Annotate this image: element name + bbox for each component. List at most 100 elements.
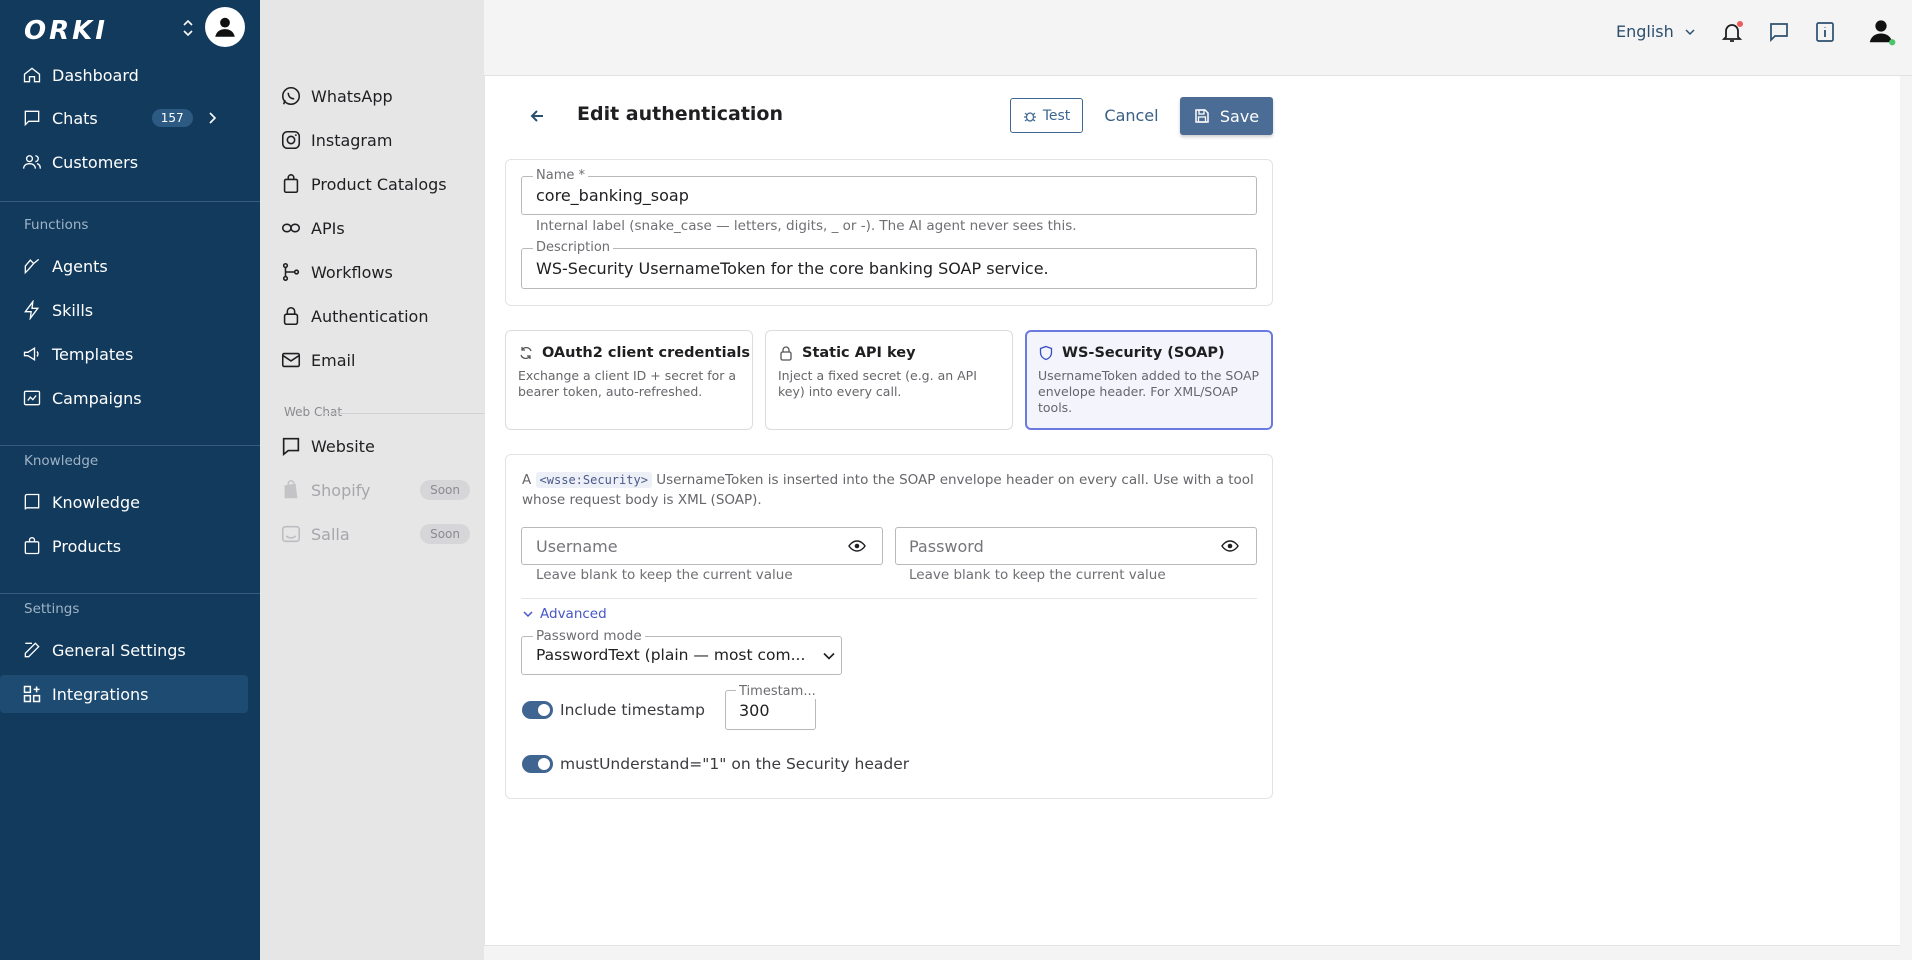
include-timestamp-toggle[interactable]: [522, 701, 553, 719]
password-help: Leave blank to keep the current value: [909, 567, 1166, 583]
nav-label: Dashboard: [52, 65, 139, 85]
section-knowledge: Knowledge: [24, 453, 99, 469]
subnav-product-catalogs[interactable]: Product Catalogs: [280, 166, 470, 202]
option-desc: Inject a fixed secret (e.g. an API key) …: [778, 368, 977, 399]
grid-icon: [23, 685, 41, 703]
cancel-button[interactable]: Cancel: [1100, 98, 1163, 133]
instagram-icon: [281, 130, 301, 150]
subnav-authentication[interactable]: Authentication: [280, 298, 470, 334]
nav-templates[interactable]: Templates: [0, 335, 248, 373]
eye-icon[interactable]: [848, 537, 866, 555]
option-title-text: OAuth2 client credentials: [542, 345, 750, 361]
page-title: Edit authentication: [577, 103, 784, 125]
refresh-icon: [520, 346, 532, 360]
top-bar: [484, 0, 1912, 76]
nav-label: Chats: [52, 108, 98, 128]
subnav-apis[interactable]: APIs: [280, 210, 470, 246]
info-icon[interactable]: [1813, 20, 1837, 44]
user-icon: [215, 17, 235, 37]
app-logo[interactable]: ORKI: [24, 16, 108, 46]
nav-knowledge[interactable]: Knowledge: [0, 483, 248, 521]
test-button[interactable]: Test: [1010, 98, 1083, 133]
description-label: Description: [533, 240, 614, 255]
language-label: English: [1616, 22, 1674, 41]
timestamp-value: 300: [739, 701, 770, 720]
chevron-down-icon: [1685, 28, 1695, 35]
option-desc: UsernameToken added to the SOAP envelope…: [1038, 368, 1260, 415]
lock-icon: [780, 346, 792, 361]
auth-type-oauth2[interactable]: OAuth2 client credentials Exchange a cli…: [505, 330, 753, 430]
shopify-icon: [284, 480, 298, 499]
password-mode-label: Password mode: [533, 628, 645, 644]
chevron-down-icon: [523, 611, 533, 618]
chat-icon: [24, 110, 40, 127]
mail-icon: [281, 352, 301, 368]
book-icon: [24, 493, 40, 510]
chat-icon[interactable]: [1767, 20, 1791, 44]
nav-skills[interactable]: Skills: [0, 291, 248, 329]
divider: [0, 593, 260, 594]
nav-integrations[interactable]: Integrations: [0, 675, 248, 713]
link-icon: [281, 223, 301, 233]
workflow-icon: [282, 262, 300, 282]
subnav-instagram[interactable]: Instagram: [280, 122, 470, 158]
option-title: Static API key: [778, 345, 916, 361]
nav-dashboard[interactable]: Dashboard: [0, 56, 248, 94]
bag-icon: [283, 174, 299, 194]
bug-icon: [1023, 111, 1036, 122]
divider: [0, 445, 260, 446]
nav-chats[interactable]: Chats 157: [0, 99, 248, 137]
advanced-toggle[interactable]: Advanced: [522, 606, 607, 622]
subnav-label: Website: [311, 436, 375, 456]
timestamp-label: Timestam...: [736, 684, 819, 699]
avatar[interactable]: [205, 7, 245, 47]
option-title: WS-Security (SOAP): [1038, 345, 1225, 361]
subnav-salla: Salla Soon: [280, 516, 470, 552]
whatsapp-icon: [281, 86, 301, 106]
chevron-right-icon[interactable]: [205, 111, 219, 125]
intro-prefix: A: [522, 472, 532, 488]
subnav-website[interactable]: Website: [280, 428, 470, 464]
workspace-switcher-icon[interactable]: [180, 18, 196, 38]
subnav-label: Workflows: [311, 262, 393, 282]
auth-type-static-api-key[interactable]: Static API key Inject a fixed secret (e.…: [765, 330, 1013, 430]
subnav-workflows[interactable]: Workflows: [280, 254, 470, 290]
option-title: OAuth2 client credentials: [518, 345, 750, 361]
eye-icon[interactable]: [1221, 537, 1239, 555]
subnav-label: Instagram: [311, 130, 393, 150]
save-icon: [1195, 109, 1209, 123]
nav-label: General Settings: [52, 640, 186, 660]
save-label: Save: [1219, 106, 1260, 126]
nav-label: Agents: [52, 256, 108, 276]
chat-bubble-icon: [282, 437, 300, 456]
nav-general-settings[interactable]: General Settings: [0, 631, 248, 669]
language-selector[interactable]: English: [1616, 22, 1696, 41]
bell-icon[interactable]: [1720, 20, 1744, 44]
must-understand-toggle[interactable]: [522, 755, 553, 773]
nav-customers[interactable]: Customers: [0, 143, 248, 181]
subnav-shopify: Shopify Soon: [280, 472, 470, 508]
nav-campaigns[interactable]: Campaigns: [0, 379, 248, 417]
agent-icon: [24, 258, 40, 275]
back-arrow-icon[interactable]: [528, 104, 546, 128]
user-icon[interactable]: [1866, 16, 1896, 46]
edit-icon: [24, 642, 40, 658]
subnav-label: WhatsApp: [311, 86, 393, 106]
nav-label: Campaigns: [52, 388, 142, 408]
nav-label: Knowledge: [52, 492, 140, 512]
auth-type-ws-security[interactable]: WS-Security (SOAP) UsernameToken added t…: [1025, 330, 1273, 430]
section-web-chat: Web Chat: [284, 405, 343, 419]
nav-products[interactable]: Products: [0, 527, 248, 565]
megaphone-icon: [23, 346, 39, 362]
must-understand-label: mustUnderstand="1" on the Security heade…: [560, 755, 910, 773]
subnav-whatsapp[interactable]: WhatsApp: [280, 78, 470, 114]
test-label: Test: [1042, 107, 1071, 124]
nav-label: Integrations: [52, 684, 149, 704]
nav-agents[interactable]: Agents: [0, 247, 248, 285]
subnav-email[interactable]: Email: [280, 342, 470, 378]
bolt-icon: [24, 300, 40, 320]
ws-security-intro: A <wsse:Security> UsernameToken is inser…: [522, 470, 1262, 510]
save-button[interactable]: Save: [1180, 97, 1273, 135]
nav-label: Skills: [52, 300, 94, 320]
subnav-label: Product Catalogs: [311, 174, 447, 194]
